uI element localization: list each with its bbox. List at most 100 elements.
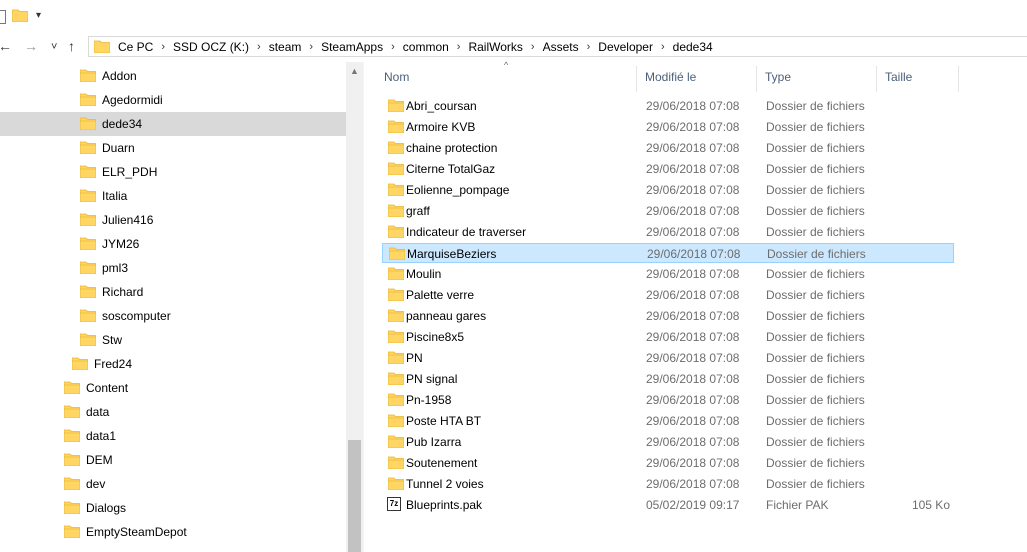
file-row[interactable]: Piscine8x5 29/06/2018 07:08 Dossier de fic…	[382, 327, 954, 347]
folder-icon	[387, 203, 405, 220]
file-row[interactable]: Soutenement 29/06/2018 07:08 Dossier de fi…	[382, 453, 954, 473]
quick-access-properties-icon[interactable]	[0, 10, 6, 24]
file-row[interactable]: Armoire KVB 29/06/2018 07:08 Dossier de fi…	[382, 117, 954, 137]
column-divider[interactable]	[958, 66, 959, 92]
folder-icon	[387, 455, 405, 472]
up-button[interactable]: ↑	[68, 38, 75, 54]
breadcrumb-separator-icon[interactable]: ›	[386, 41, 400, 53]
tree-item[interactable]: Richard	[79, 280, 143, 304]
file-modified: 29/06/2018 07:08	[646, 309, 740, 323]
column-header-name[interactable]: Nom	[384, 62, 409, 92]
tree-item[interactable]: ELR_PDH	[79, 160, 157, 184]
file-name: Palette verre	[406, 288, 475, 302]
quick-access-toolbar: ▾	[0, 0, 1027, 35]
folder-icon	[79, 260, 97, 277]
folder-icon	[387, 392, 405, 409]
file-row[interactable]: Palette verre 29/06/2018 07:08 Dossier de …	[382, 285, 954, 305]
file-row[interactable]: Citerne TotalGaz 29/06/2018 07:08 Dossier …	[382, 159, 954, 179]
recent-locations-button[interactable]: ˅	[51, 39, 57, 55]
file-row[interactable]: 7z Blueprints.pak 05/02/2019 09:17 Fichier …	[382, 495, 954, 515]
file-row[interactable]: Moulin 29/06/2018 07:08 Dossier de fichier…	[382, 264, 954, 284]
file-type: Dossier de fichiers	[766, 435, 865, 449]
tree-item[interactable]: Julien416	[79, 208, 154, 232]
file-row[interactable]: MarquiseBeziers 29/06/2018 07:08 Dossier d…	[382, 243, 954, 263]
new-folder-icon[interactable]	[11, 8, 29, 25]
tree-item[interactable]: Italia	[79, 184, 128, 208]
column-divider[interactable]	[636, 66, 637, 92]
breadcrumb-item[interactable]: RailWorks	[465, 40, 525, 54]
tree-item[interactable]: EmptySteamDepot	[63, 520, 187, 544]
tree-item[interactable]: dede34	[0, 112, 346, 136]
back-button[interactable]: ←	[0, 38, 12, 54]
file-row[interactable]: Abri_coursan 29/06/2018 07:08 Dossier de f…	[382, 96, 954, 116]
breadcrumb-item[interactable]: Assets	[540, 40, 582, 54]
file-type: Dossier de fichiers	[766, 393, 865, 407]
file-modified: 29/06/2018 07:08	[646, 288, 740, 302]
address-bar[interactable]: Ce PC › SSD OCZ (K:) › steam › SteamApps › commo…	[88, 36, 1027, 57]
customize-quick-access-dropdown[interactable]: ▾	[36, 10, 41, 21]
file-row[interactable]: Pub Izarra 29/06/2018 07:08 Dossier de fic…	[382, 432, 954, 452]
folder-icon	[387, 182, 405, 199]
file-row[interactable]: Indicateur de traverser 29/06/2018 07:08 D…	[382, 222, 954, 242]
breadcrumb-separator-icon[interactable]: ›	[656, 41, 670, 53]
breadcrumb-separator-icon[interactable]: ›	[526, 41, 540, 53]
tree-item[interactable]: pml3	[79, 256, 129, 280]
tree-item[interactable]: dev	[63, 472, 105, 496]
tree-item[interactable]: Dialogs	[63, 496, 126, 520]
file-row[interactable]: PN 29/06/2018 07:08 Dossier de fichiers	[382, 348, 954, 368]
tree-item[interactable]: Duarn	[79, 136, 135, 160]
breadcrumb-separator-icon[interactable]: ›	[156, 41, 170, 53]
folder-icon	[79, 236, 97, 253]
tree-item[interactable]: Agedormidi	[79, 88, 163, 112]
breadcrumb-item[interactable]: Ce PC	[115, 40, 156, 54]
column-divider[interactable]	[756, 66, 757, 92]
file-row[interactable]: Tunnel 2 voies 29/06/2018 07:08 Dossier de…	[382, 474, 954, 494]
column-header-type[interactable]: Type	[765, 62, 791, 92]
file-row[interactable]: Poste HTA BT 29/06/2018 07:08 Dossier de f…	[382, 411, 954, 431]
breadcrumb-item[interactable]: Developer	[595, 40, 656, 54]
breadcrumb-item[interactable]: steam	[266, 40, 305, 54]
folder-icon	[387, 98, 405, 115]
file-name: Soutenement	[406, 456, 478, 470]
tree-item[interactable]: Fred24	[71, 352, 132, 376]
file-row[interactable]: Pn-1958 29/06/2018 07:08 Dossier de fichie…	[382, 390, 954, 410]
file-name: Piscine8x5	[406, 330, 465, 344]
tree-item-label: Italia	[102, 189, 128, 203]
navigation-pane-scrollbar[interactable]: ▲	[346, 62, 363, 552]
column-header-size[interactable]: Taille	[885, 62, 912, 92]
breadcrumb-separator-icon[interactable]: ›	[304, 41, 318, 53]
folder-icon	[63, 380, 81, 397]
folder-icon	[79, 284, 97, 301]
scroll-up-arrow-icon[interactable]: ▲	[350, 66, 359, 76]
tree-item-label: pml3	[102, 261, 129, 275]
tree-item[interactable]: Addon	[79, 64, 137, 88]
breadcrumb-item[interactable]: common	[400, 40, 452, 54]
file-modified: 29/06/2018 07:08	[646, 225, 740, 239]
column-divider[interactable]	[876, 66, 877, 92]
column-header-modified[interactable]: Modifié le	[645, 62, 696, 92]
tree-item-label: Julien416	[102, 213, 154, 227]
breadcrumb-separator-icon[interactable]: ›	[582, 41, 596, 53]
scrollbar-thumb[interactable]	[348, 440, 361, 552]
breadcrumb-item[interactable]: SteamApps	[318, 40, 386, 54]
tree-item[interactable]: DEM	[63, 448, 113, 472]
file-row[interactable]: graff 29/06/2018 07:08 Dossier de fichiers	[382, 201, 954, 221]
file-type: Dossier de fichiers	[766, 414, 865, 428]
sort-ascending-icon: ^	[504, 60, 509, 70]
tree-item[interactable]: data	[63, 400, 109, 424]
breadcrumb-item[interactable]: SSD OCZ (K:)	[170, 40, 252, 54]
breadcrumb-item[interactable]: dede34	[670, 40, 716, 54]
tree-item[interactable]: Content	[63, 376, 128, 400]
file-row[interactable]: panneau gares 29/06/2018 07:08 Dossier de …	[382, 306, 954, 326]
file-row[interactable]: chaine protection 29/06/2018 07:08 Dossier…	[382, 138, 954, 158]
file-row[interactable]: PN signal 29/06/2018 07:08 Dossier de fich…	[382, 369, 954, 389]
tree-item[interactable]: data1	[63, 424, 116, 448]
tree-item[interactable]: Stw	[79, 328, 122, 352]
breadcrumb-separator-icon[interactable]: ›	[252, 41, 266, 53]
file-row[interactable]: Eolienne_pompage 29/06/2018 07:08 Dossier …	[382, 180, 954, 200]
breadcrumb-separator-icon[interactable]: ›	[452, 41, 466, 53]
forward-button[interactable]: →	[24, 38, 38, 54]
tree-item[interactable]: JYM26	[79, 232, 139, 256]
tree-item[interactable]: soscomputer	[79, 304, 171, 328]
file-type: Dossier de fichiers	[767, 247, 866, 261]
